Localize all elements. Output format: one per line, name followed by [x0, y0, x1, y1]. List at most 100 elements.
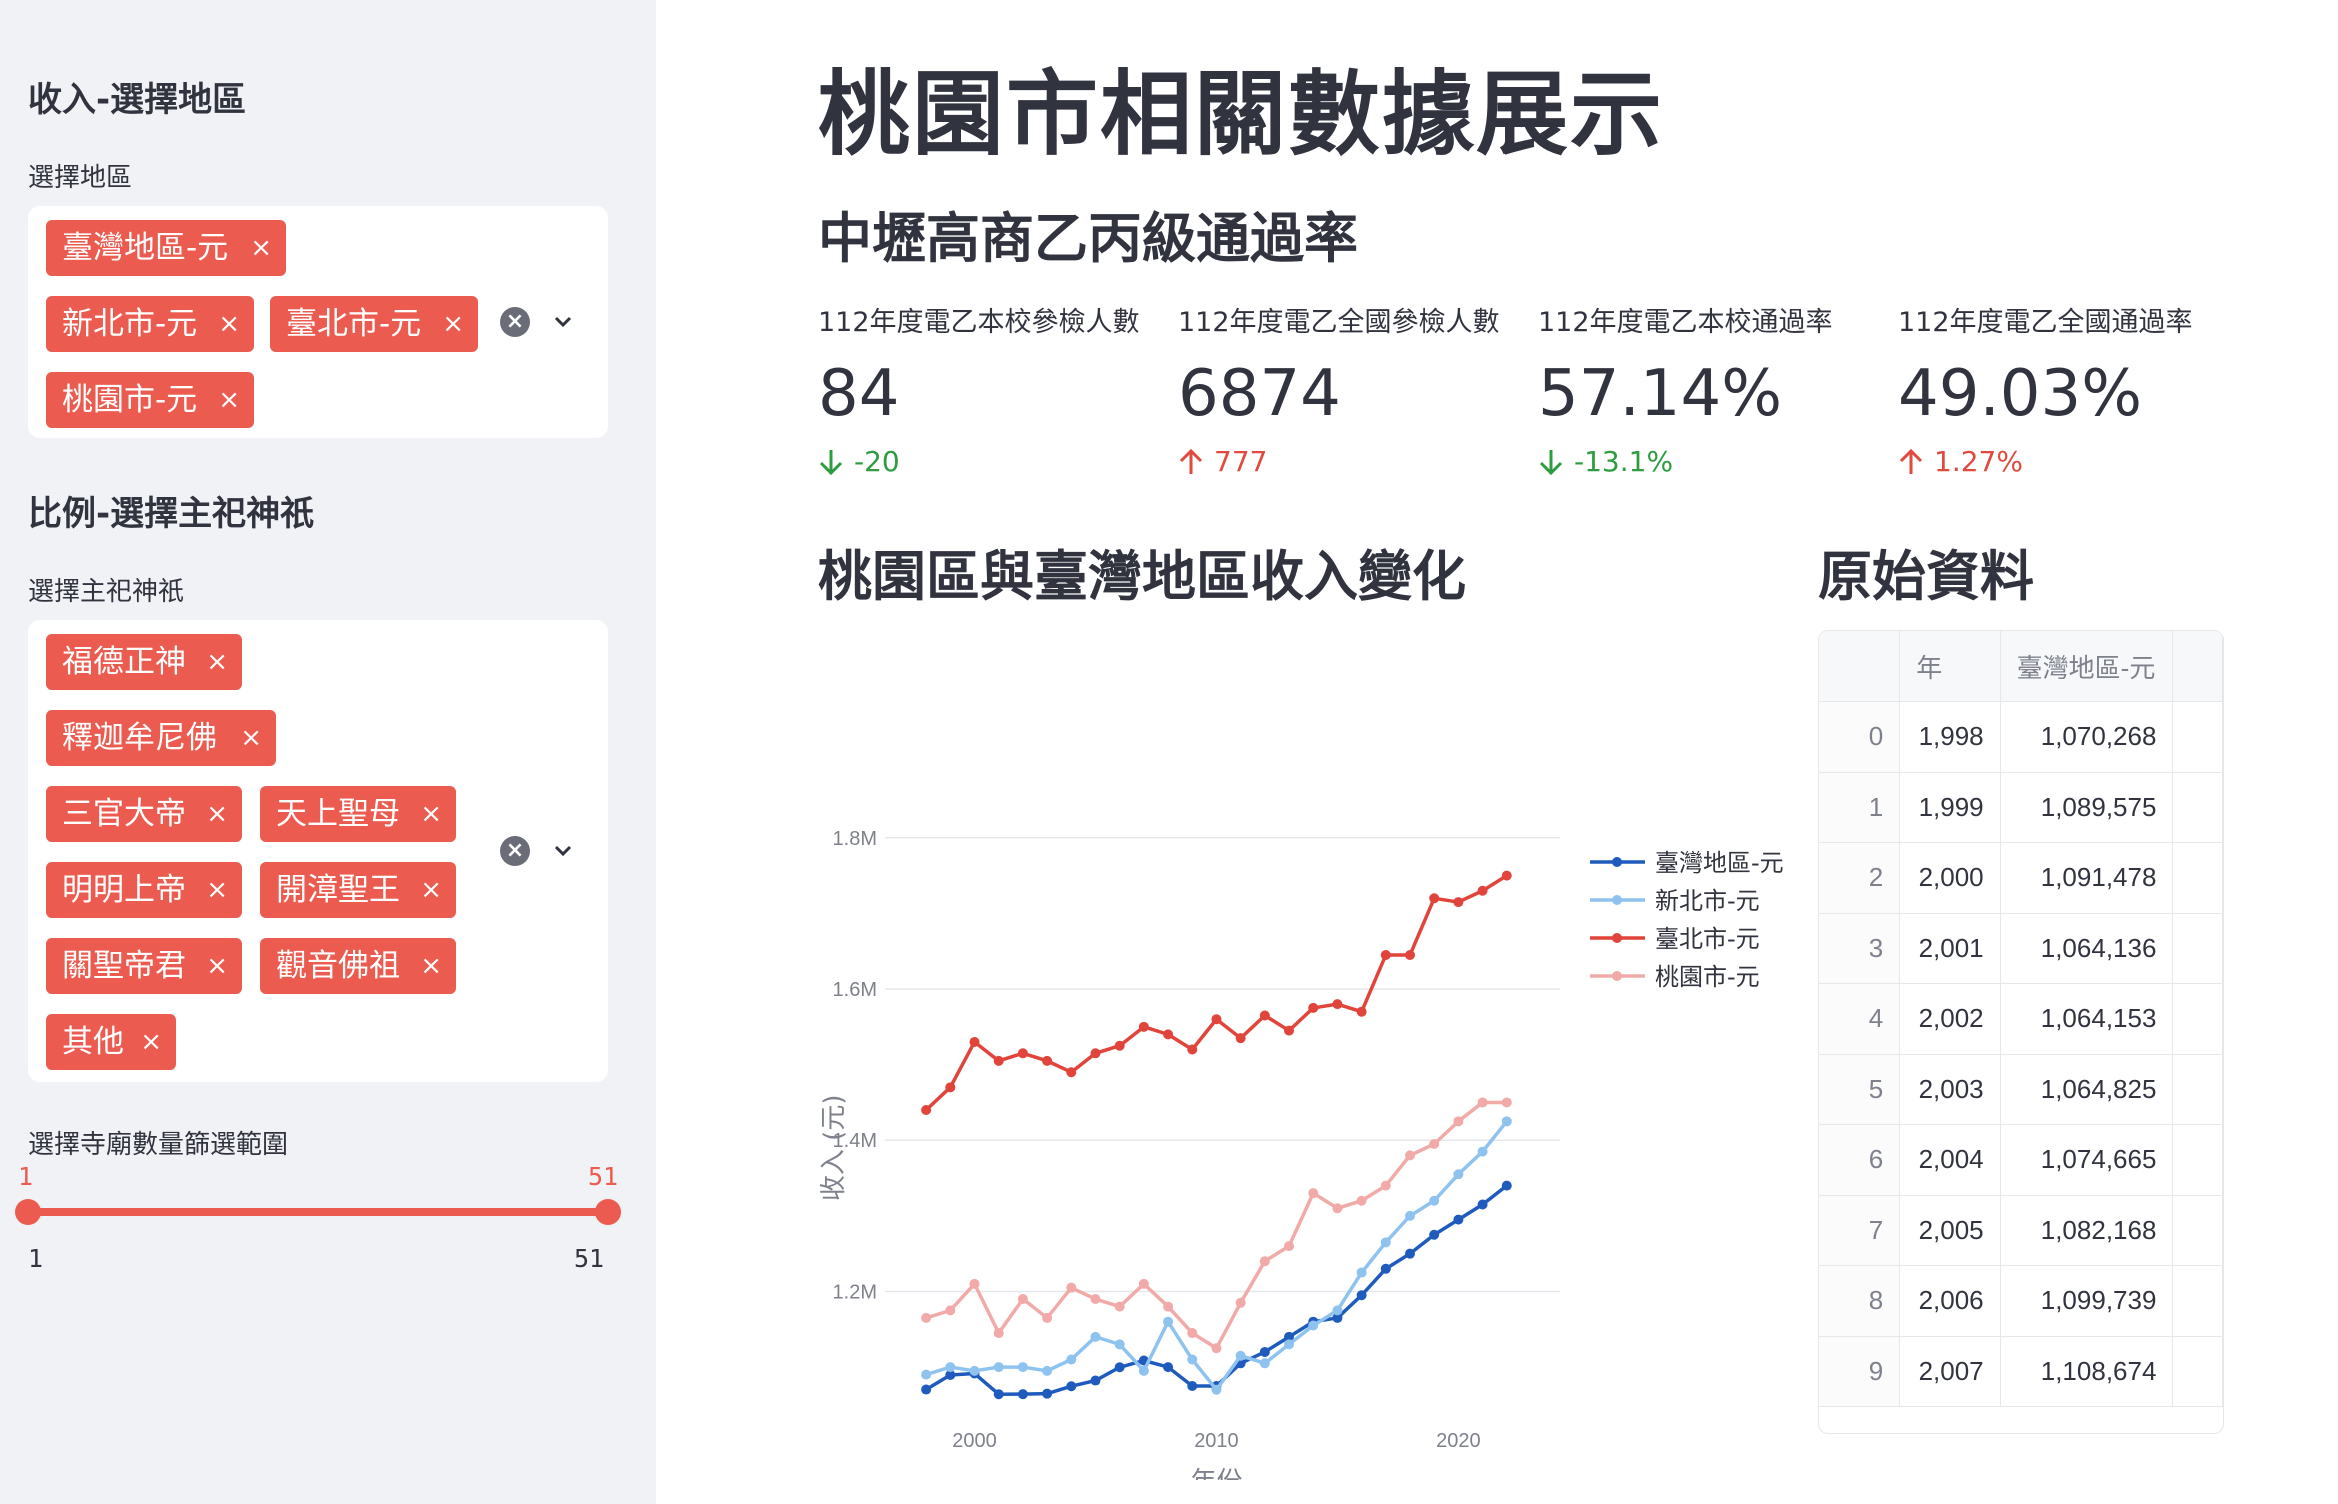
- tag-remove-icon[interactable]: ×: [240, 710, 262, 766]
- table-row[interactable]: 6 2,004 1,074,665: [1819, 1124, 2223, 1196]
- clear-all-icon[interactable]: ×: [500, 836, 530, 866]
- tag-remove-icon[interactable]: ×: [420, 786, 442, 842]
- deity-tag[interactable]: 觀音佛祖 ×: [260, 938, 456, 994]
- data-point: [1453, 1214, 1464, 1225]
- data-point: [1211, 1343, 1222, 1354]
- table-row[interactable]: 9 2,007 1,108,674: [1819, 1336, 2223, 1407]
- table-row[interactable]: 8 2,006 1,099,739: [1819, 1265, 2223, 1337]
- table-row[interactable]: 7 2,005 1,082,168: [1819, 1195, 2223, 1266]
- arrow-up-icon: [1899, 448, 1923, 474]
- tag-label: 臺灣地區-元: [62, 230, 229, 266]
- data-point: [1138, 1365, 1149, 1376]
- deity-tag[interactable]: 三官大帝 ×: [46, 786, 242, 842]
- slider-min-handle[interactable]: [15, 1199, 41, 1225]
- data-point: [1259, 1346, 1270, 1357]
- table-row[interactable]: 4 2,002 1,064,153: [1819, 983, 2223, 1055]
- data-point: [1211, 1014, 1222, 1025]
- tag-remove-icon[interactable]: ×: [218, 296, 240, 352]
- tag-label: 臺北市-元: [286, 306, 422, 342]
- data-point: [921, 1369, 932, 1380]
- deity-tag[interactable]: 開漳聖王 ×: [260, 862, 456, 918]
- slider-track[interactable]: [28, 1208, 608, 1216]
- region-tag[interactable]: 桃園市-元 ×: [46, 372, 254, 428]
- region-tag[interactable]: 臺北市-元 ×: [270, 296, 478, 352]
- cell-taiwan: 1,064,153: [2000, 983, 2174, 1055]
- data-point: [1453, 1116, 1464, 1127]
- deity-tag[interactable]: 關聖帝君 ×: [46, 938, 242, 994]
- tag-remove-icon[interactable]: ×: [218, 372, 240, 428]
- slider-max-handle[interactable]: [595, 1199, 621, 1225]
- data-point: [1308, 1188, 1319, 1199]
- slider-range-min: 1: [28, 1244, 44, 1273]
- region-multiselect[interactable]: 臺灣地區-元 × 新北市-元 × 臺北市-元 × 桃園市-元 × ×: [28, 206, 608, 438]
- cell-truncated: [2172, 1124, 2223, 1196]
- data-point: [1477, 885, 1488, 896]
- data-point: [1066, 1282, 1077, 1293]
- region-tag[interactable]: 臺灣地區-元 ×: [46, 220, 286, 276]
- deity-multiselect[interactable]: 福德正神 × 釋迦牟尼佛 × 三官大帝 × 天上聖母 × 明明上帝 × 開漳聖王…: [28, 620, 608, 1082]
- header-index[interactable]: [1819, 631, 1901, 702]
- clear-all-icon[interactable]: ×: [500, 307, 530, 337]
- table-title: 原始資料: [1818, 545, 2034, 608]
- table-row[interactable]: 5 2,003 1,064,825: [1819, 1054, 2223, 1125]
- deity-tag[interactable]: 釋迦牟尼佛 ×: [46, 710, 276, 766]
- metric-label: 112年度電乙本校通過率: [1538, 307, 1833, 338]
- data-point: [1429, 1229, 1440, 1240]
- tag-remove-icon[interactable]: ×: [442, 296, 464, 352]
- income-line-chart[interactable]: 1.2M1.4M1.6M1.8M200020102020年份收入 (元)臺灣地區…: [810, 800, 1800, 1480]
- data-point: [1405, 1210, 1415, 1221]
- data-point: [1042, 1055, 1053, 1066]
- tag-remove-icon[interactable]: ×: [206, 862, 228, 918]
- table-header-row: 年 臺灣地區-元: [1819, 631, 2223, 702]
- metric-value: 84: [818, 357, 900, 431]
- deity-tag[interactable]: 天上聖母 ×: [260, 786, 456, 842]
- tag-remove-icon[interactable]: ×: [140, 1014, 162, 1070]
- data-point: [921, 1105, 932, 1115]
- tag-label: 新北市-元: [62, 306, 198, 342]
- metric-delta-value: 777: [1214, 445, 1268, 478]
- chevron-down-icon[interactable]: [548, 836, 578, 866]
- data-point: [1066, 1354, 1077, 1365]
- data-point: [1017, 1294, 1028, 1305]
- tag-remove-icon[interactable]: ×: [420, 938, 442, 994]
- cell-taiwan: 1,091,478: [2000, 842, 2174, 914]
- tag-remove-icon[interactable]: ×: [420, 862, 442, 918]
- table-row[interactable]: 1 1,999 1,089,575: [1819, 772, 2223, 843]
- data-point: [1356, 1267, 1367, 1278]
- row-index: 5: [1819, 1054, 1901, 1125]
- table-row[interactable]: 2 2,000 1,091,478: [1819, 842, 2223, 914]
- data-point: [1042, 1312, 1053, 1323]
- row-index: 7: [1819, 1195, 1901, 1266]
- region-tag[interactable]: 新北市-元 ×: [46, 296, 254, 352]
- data-point: [1501, 870, 1512, 881]
- deity-tag[interactable]: 其他 ×: [46, 1014, 176, 1070]
- y-tick-label: 1.6M: [833, 979, 877, 1001]
- tag-remove-icon[interactable]: ×: [250, 220, 272, 276]
- chevron-down-icon[interactable]: [548, 307, 578, 337]
- row-index: 0: [1819, 701, 1901, 773]
- tag-label: 天上聖母: [276, 796, 400, 832]
- table-row[interactable]: 3 2,001 1,064,136: [1819, 913, 2223, 984]
- tag-remove-icon[interactable]: ×: [206, 634, 228, 690]
- tag-remove-icon[interactable]: ×: [206, 786, 228, 842]
- cell-taiwan: 1,064,825: [2000, 1054, 2174, 1125]
- data-point: [1259, 1358, 1270, 1369]
- cell-year: 2,007: [1899, 1336, 2001, 1407]
- tag-label: 釋迦牟尼佛: [62, 720, 217, 756]
- cell-year: 2,004: [1899, 1124, 2001, 1196]
- header-taiwan[interactable]: 臺灣地區-元: [2000, 631, 2174, 702]
- tag-remove-icon[interactable]: ×: [206, 938, 228, 994]
- metric-label: 112年度電乙全國參檢人數: [1178, 307, 1500, 338]
- data-point: [921, 1384, 932, 1395]
- deity-tag[interactable]: 福德正神 ×: [46, 634, 242, 690]
- data-point: [1405, 1150, 1415, 1161]
- table-row[interactable]: 0 1,998 1,070,268: [1819, 701, 2223, 773]
- header-year[interactable]: 年: [1899, 631, 2001, 702]
- deity-tag[interactable]: 明明上帝 ×: [46, 862, 242, 918]
- cell-truncated: [2172, 1265, 2223, 1337]
- data-point: [1380, 1263, 1391, 1274]
- deity-select-label: 選擇主祀神祇: [28, 577, 185, 607]
- data-point: [945, 1082, 956, 1093]
- data-point: [1187, 1380, 1198, 1391]
- raw-data-table[interactable]: 年 臺灣地區-元 0 1,998 1,070,268 1 1,999 1,089,575 2…: [1818, 630, 2224, 1434]
